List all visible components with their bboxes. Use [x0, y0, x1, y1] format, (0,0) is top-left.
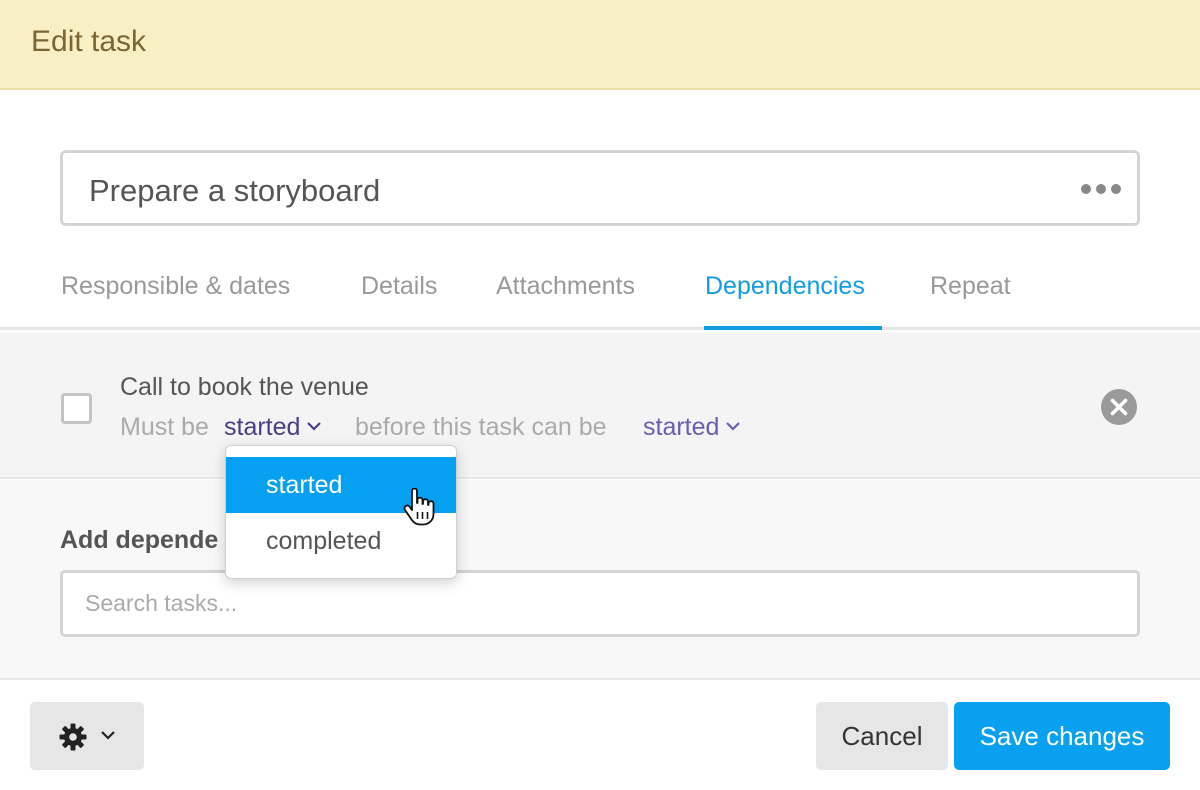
second-state-value: started — [643, 413, 720, 441]
dependency-row: Call to book the venue Must be started b… — [0, 333, 1200, 479]
tab-dependencies[interactable]: Dependencies — [705, 272, 865, 301]
dependency-prefix: Must be — [120, 413, 209, 441]
more-horizontal-icon[interactable] — [1081, 180, 1121, 198]
tab-bar: Responsible & dates Details Attachments … — [0, 258, 1200, 330]
hand-pointer-icon — [403, 488, 435, 526]
close-circle-icon[interactable] — [1101, 389, 1137, 425]
dependency-middle: before this task can be — [355, 413, 607, 441]
add-dependency-label: Add depende — [60, 526, 219, 554]
gear-icon — [59, 723, 87, 751]
first-state-select[interactable]: started — [224, 413, 322, 442]
task-name-text[interactable]: Prepare a storyboard — [89, 173, 380, 209]
chevron-down-icon — [307, 422, 322, 431]
dialog-header: Edit task — [0, 0, 1200, 90]
dependency-rule-text: Must be — [120, 413, 209, 442]
dependency-middle-text: before this task can be — [355, 413, 607, 442]
active-tab-indicator — [704, 326, 882, 330]
cancel-button[interactable]: Cancel — [816, 702, 948, 770]
first-state-value: started — [224, 413, 301, 441]
dialog-footer: Cancel Save changes — [0, 682, 1200, 790]
tab-attachments[interactable]: Attachments — [496, 272, 635, 301]
add-dependency-section: Add depende — [0, 480, 1200, 680]
dialog-title: Edit task — [31, 25, 147, 58]
chevron-down-icon — [726, 422, 741, 431]
dependency-task-title: Call to book the venue — [120, 373, 369, 401]
search-tasks-input[interactable] — [60, 570, 1140, 637]
tab-details[interactable]: Details — [361, 272, 437, 301]
second-state-select[interactable]: started — [643, 413, 741, 442]
save-changes-button[interactable]: Save changes — [954, 702, 1170, 770]
task-name-field[interactable]: Prepare a storyboard — [60, 150, 1140, 226]
dependency-checkbox[interactable] — [61, 393, 92, 424]
tab-repeat[interactable]: Repeat — [930, 272, 1011, 301]
chevron-down-icon — [101, 731, 115, 740]
tab-responsible-dates[interactable]: Responsible & dates — [61, 272, 290, 301]
settings-menu-button[interactable] — [30, 702, 144, 770]
